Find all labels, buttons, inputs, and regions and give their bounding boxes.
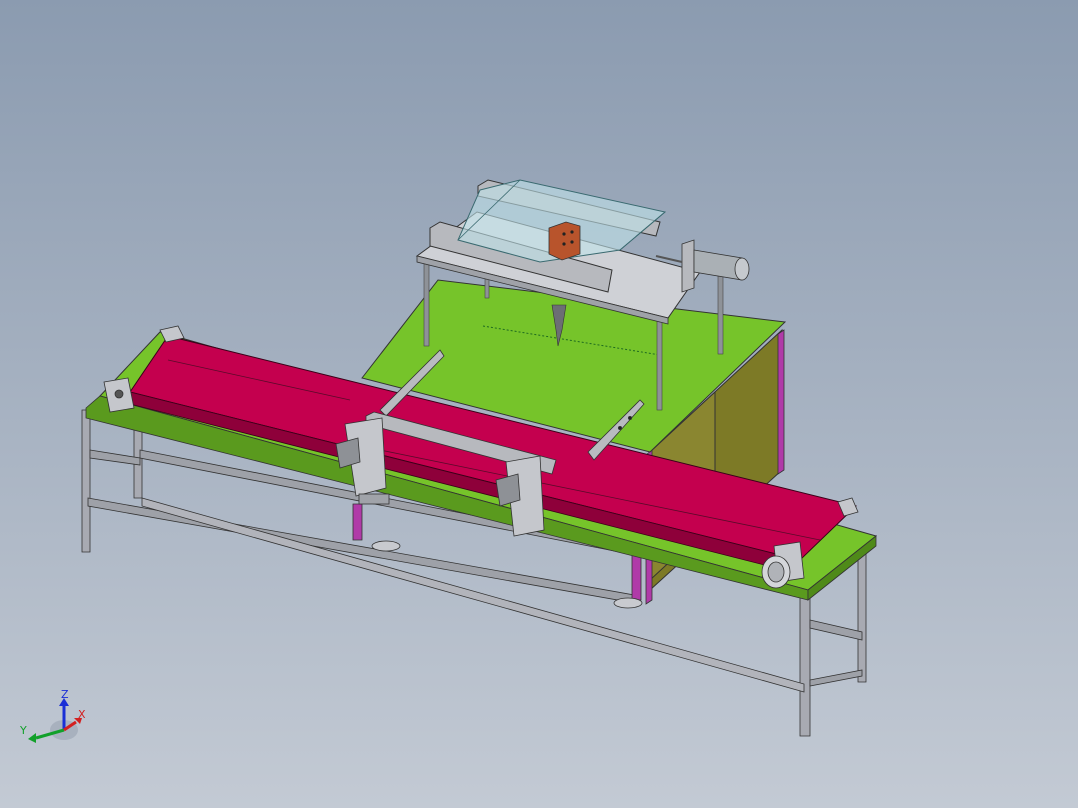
z-axis-label: Z xyxy=(61,690,69,701)
cad-viewport[interactable]: Z Y X xyxy=(0,0,1078,808)
y-axis-label: Y xyxy=(19,724,27,737)
conveyor-assembly-model xyxy=(81,179,878,737)
axis-triad: Z Y X xyxy=(19,690,86,743)
x-axis-label: X xyxy=(78,708,86,721)
y-axis-head xyxy=(28,733,36,743)
